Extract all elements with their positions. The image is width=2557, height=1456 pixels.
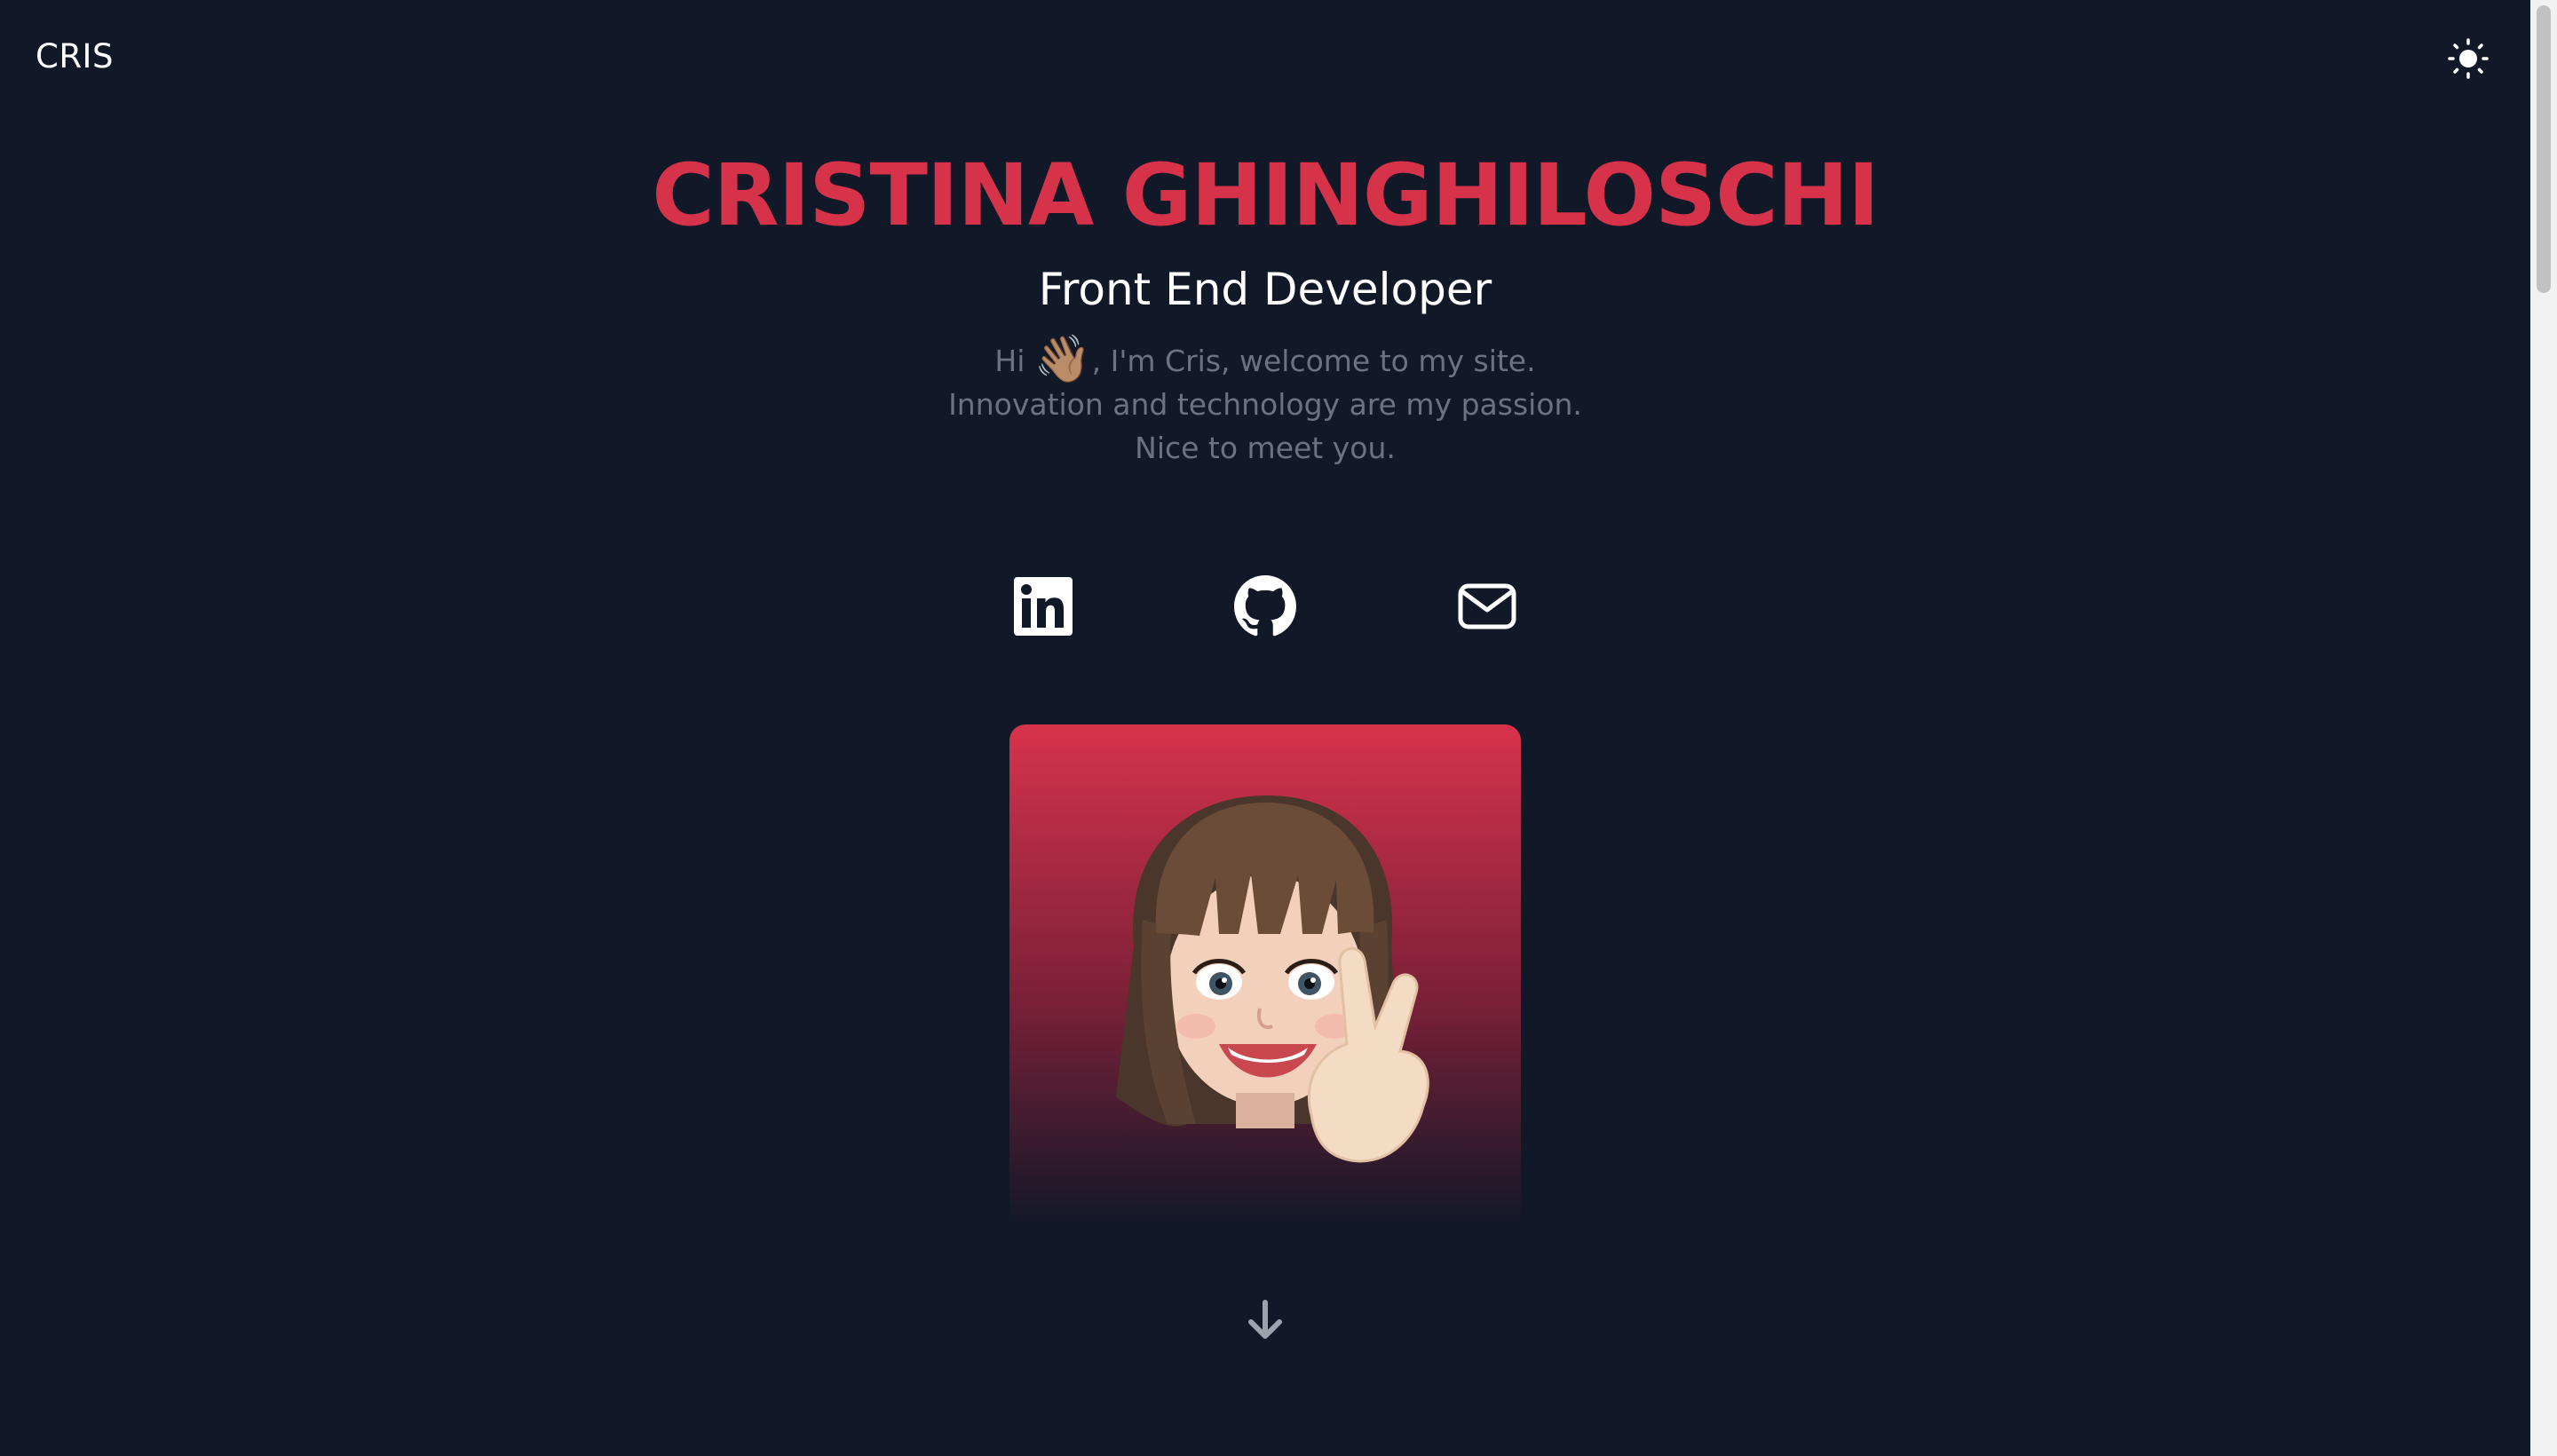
- email-link[interactable]: [1456, 575, 1518, 637]
- intro-line-2: Innovation and technology are my passion…: [948, 387, 1582, 422]
- job-title: Front End Developer: [1038, 264, 1492, 315]
- github-link[interactable]: [1234, 575, 1296, 637]
- memoji-avatar: [1116, 795, 1429, 1163]
- page: CRIS CRISTINA GHINGHILOSCHI Front End De…: [0, 0, 2530, 1456]
- linkedin-link[interactable]: [1012, 575, 1074, 637]
- sun-icon: [2448, 38, 2489, 79]
- scroll-down-button[interactable]: [1243, 1298, 1287, 1342]
- intro-line-3: Nice to meet you.: [1135, 431, 1396, 465]
- hero-section: CRISTINA GHINGHILOSCHI Front End Develop…: [0, 142, 2530, 470]
- theme-toggle-button[interactable]: [2445, 36, 2491, 82]
- intro-hi: Hi: [994, 344, 1025, 378]
- intro-welcome: , I'm Cris, welcome to my site.: [1091, 344, 1536, 378]
- arrow-down-icon: [1248, 1300, 1282, 1339]
- intro-text: Hi 👋🏽, I'm Cris, welcome to my site. Inn…: [0, 333, 2530, 470]
- brand-logo[interactable]: CRIS: [36, 37, 114, 75]
- page-title: CRISTINA GHINGHILOSCHI: [652, 146, 1880, 245]
- profile-portrait: [1009, 724, 1521, 1227]
- social-links: [0, 575, 2530, 637]
- scrollbar-thumb[interactable]: [2537, 5, 2551, 293]
- github-icon: [1234, 575, 1296, 637]
- wave-icon: 👋🏽: [1033, 333, 1092, 386]
- mail-icon: [1458, 583, 1516, 629]
- scrollbar[interactable]: [2530, 0, 2557, 1456]
- linkedin-icon: [1014, 577, 1073, 636]
- intro-line-1: Hi 👋🏽, I'm Cris, welcome to my site.: [0, 333, 2530, 386]
